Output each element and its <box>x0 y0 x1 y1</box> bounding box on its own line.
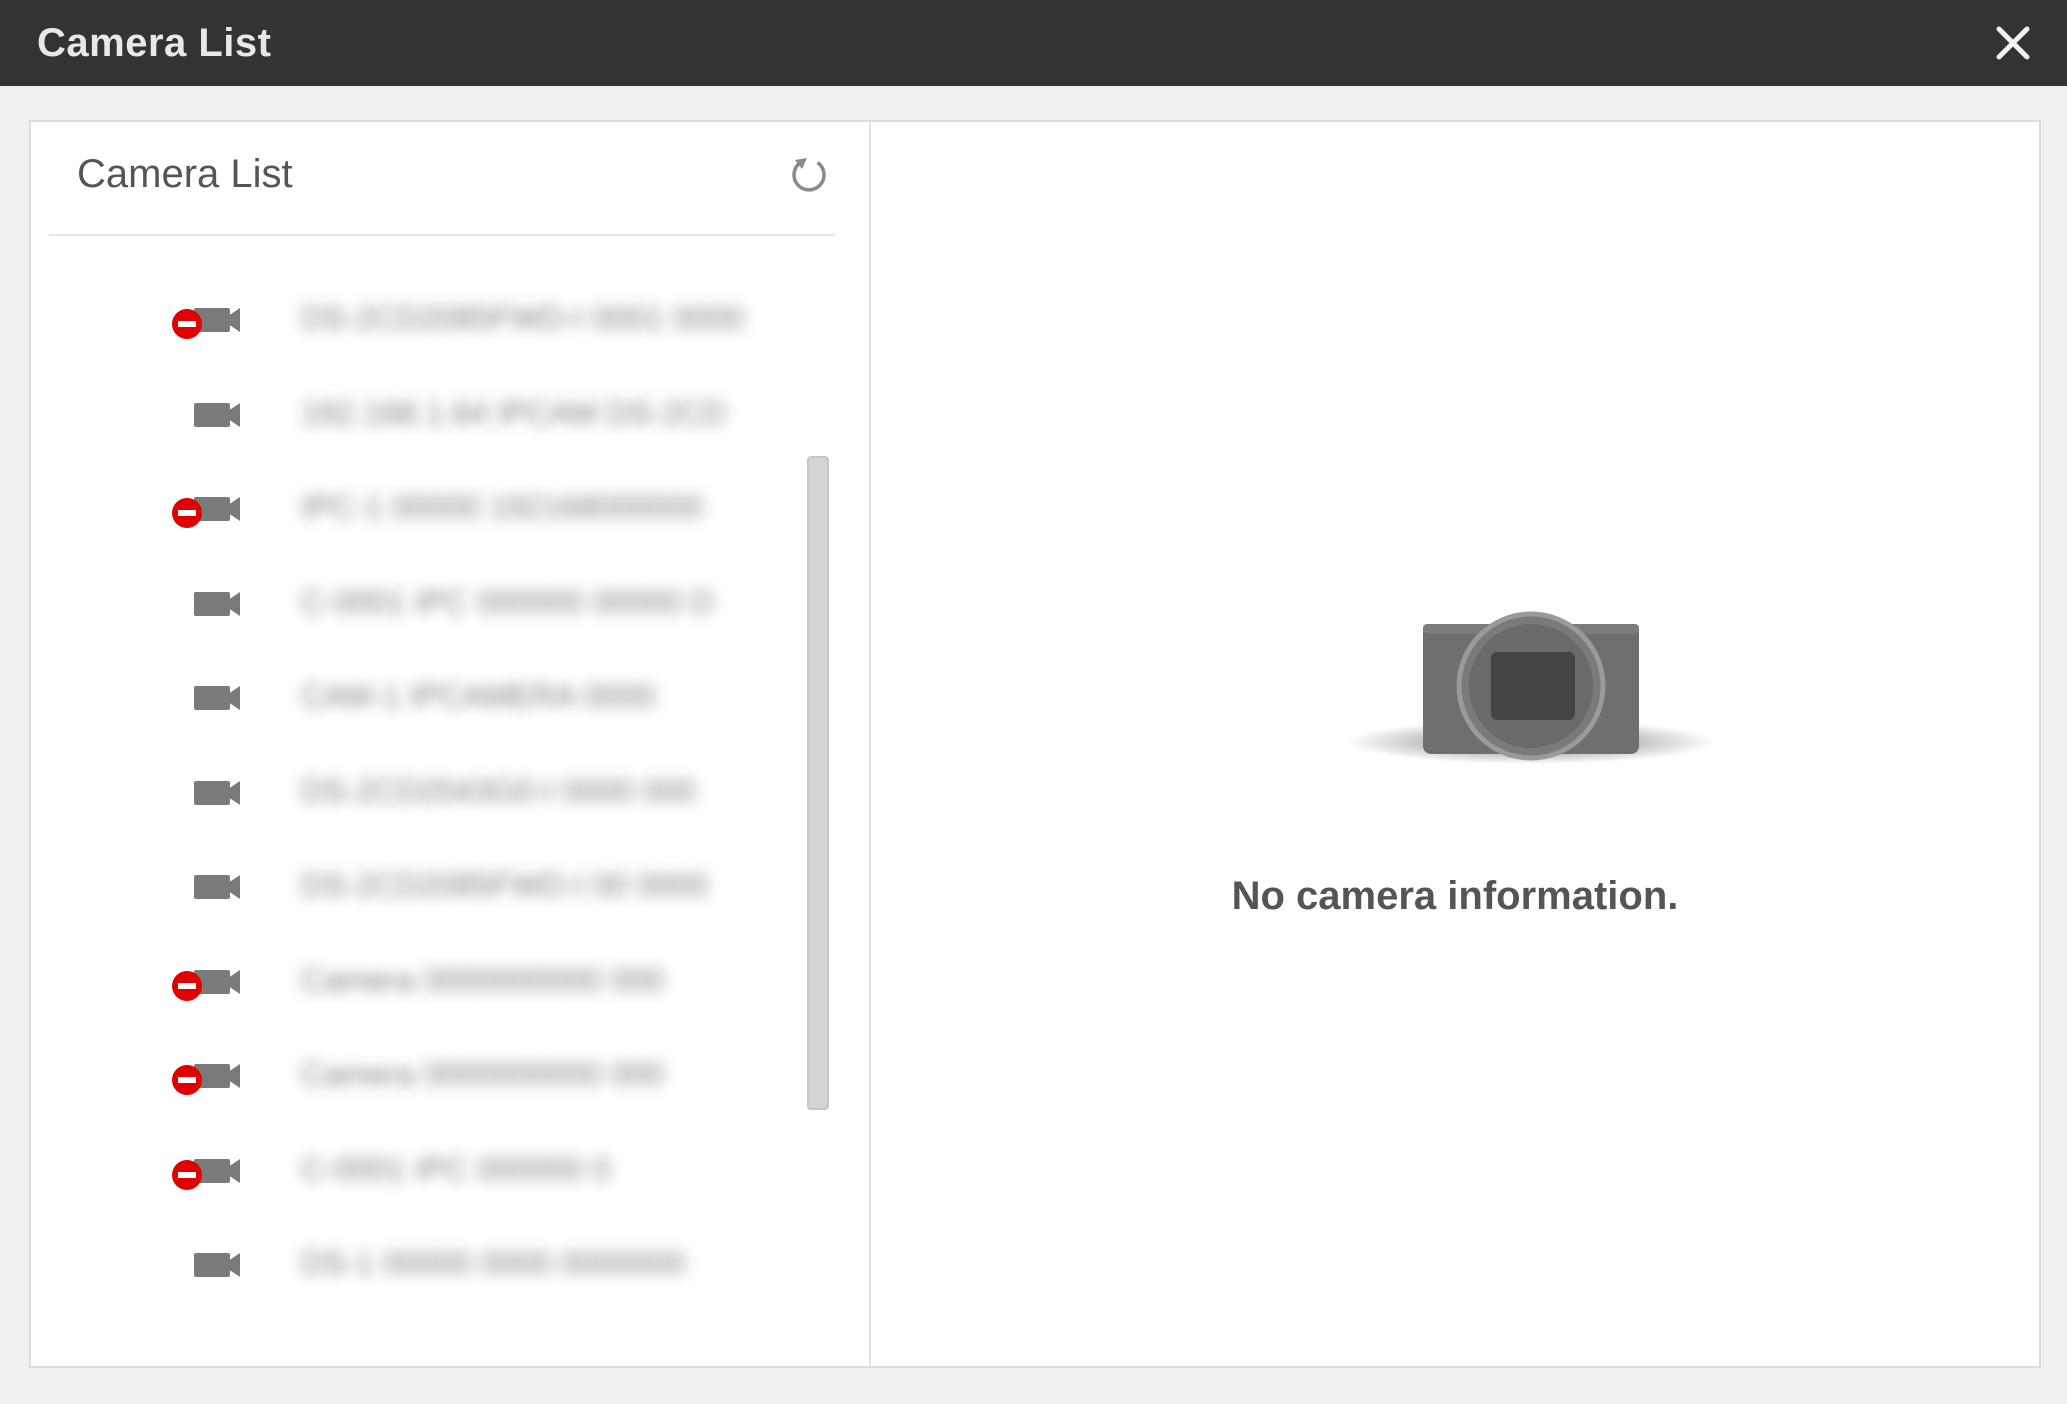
video-camera-icon <box>194 875 240 899</box>
no-camera-message: No camera information. <box>1231 874 1679 918</box>
refresh-button[interactable] <box>785 150 833 198</box>
video-camera-icon <box>194 591 240 616</box>
camera-name: C-0001 IPC 000000 0 <box>301 1150 611 1187</box>
title-bar: Camera List <box>0 0 2067 86</box>
camera-name: DS-2CD2085FWD-I 00 0000 <box>301 867 709 903</box>
camera-list: DS-2CD2085FWD-I 0001 0000 192.168.1.64 IP… <box>31 282 831 1362</box>
video-camera-icon <box>172 1064 240 1095</box>
video-camera-icon <box>194 780 240 805</box>
dialog-content: Camera List DS-2CD2085FWD-I 0001 0000 192… <box>29 120 2041 1368</box>
camera-name: DS-2CD2043G0-I 0000 000 <box>301 772 696 809</box>
video-camera-icon <box>172 497 240 528</box>
no-entry-icon <box>172 309 202 339</box>
camera-list-pane: Camera List DS-2CD2085FWD-I 0001 0000 192… <box>31 122 871 1366</box>
video-camera-icon <box>194 686 240 710</box>
camera-list-item[interactable]: IPC-1 00000 192168000000 <box>171 471 811 551</box>
camera-list-item[interactable]: DS-2CD2085FWD-I 00 0000 <box>171 849 811 929</box>
scrollbar-thumb[interactable] <box>807 456 829 1110</box>
camera-list-item[interactable]: DS-1 00000 0000 0000000 <box>171 1227 811 1307</box>
camera-list-item[interactable]: 192.168.1.64 IPCAM DS-2CD <box>171 377 811 457</box>
camera-name: DS-1 00000 0000 0000000 <box>301 1245 686 1281</box>
close-button[interactable] <box>1987 17 2039 69</box>
camera-name: Camera 0000000000 000 <box>301 1056 664 1092</box>
camera-list-title: Camera List <box>77 152 293 196</box>
video-camera-icon <box>172 1158 240 1190</box>
camera-list-item[interactable]: DS-2CD2043G0-I 0000 000 <box>171 755 811 835</box>
camera-list-item[interactable]: DS-2CD2085FWD-I 0001 0000 <box>171 282 811 362</box>
video-camera-icon <box>194 1253 240 1277</box>
window-title: Camera List <box>37 20 272 65</box>
video-camera-icon <box>172 969 240 1001</box>
refresh-icon <box>792 158 826 192</box>
camera-list-header: Camera List <box>49 122 835 236</box>
close-icon <box>1996 26 2030 60</box>
camera-name: IPC-1 00000 192168000000 <box>301 489 704 525</box>
camera-detail-pane: No camera information. <box>871 122 2039 1366</box>
no-entry-icon <box>172 498 202 528</box>
camera-list-item[interactable]: CAM-1 IPCAMERA 0000 <box>171 660 811 740</box>
no-entry-icon <box>172 970 202 1001</box>
camera-name: 192.168.1.64 IPCAM DS-2CD <box>301 394 727 431</box>
video-camera-icon <box>172 308 240 339</box>
camera-name: Camera 0000000000 000 <box>301 961 664 998</box>
camera-list-item[interactable]: Camera 0000000000 000 <box>171 944 811 1024</box>
camera-name: C-0001 IPC 000000 00000 D <box>301 583 714 620</box>
no-entry-icon <box>172 1065 202 1095</box>
camera-list-item[interactable]: C-0001 IPC 000000 0 <box>171 1133 811 1213</box>
camera-list-item[interactable]: C-0001 IPC 000000 00000 D <box>171 566 811 646</box>
camera-list-item[interactable]: Camera 0000000000 000 <box>171 1038 811 1118</box>
video-camera-icon <box>194 402 240 427</box>
camera-name: CAM-1 IPCAMERA 0000 <box>301 678 655 714</box>
no-entry-icon <box>172 1159 202 1190</box>
camera-placeholder-icon <box>1346 611 1716 764</box>
camera-name: DS-2CD2085FWD-I 0001 0000 <box>301 300 744 336</box>
